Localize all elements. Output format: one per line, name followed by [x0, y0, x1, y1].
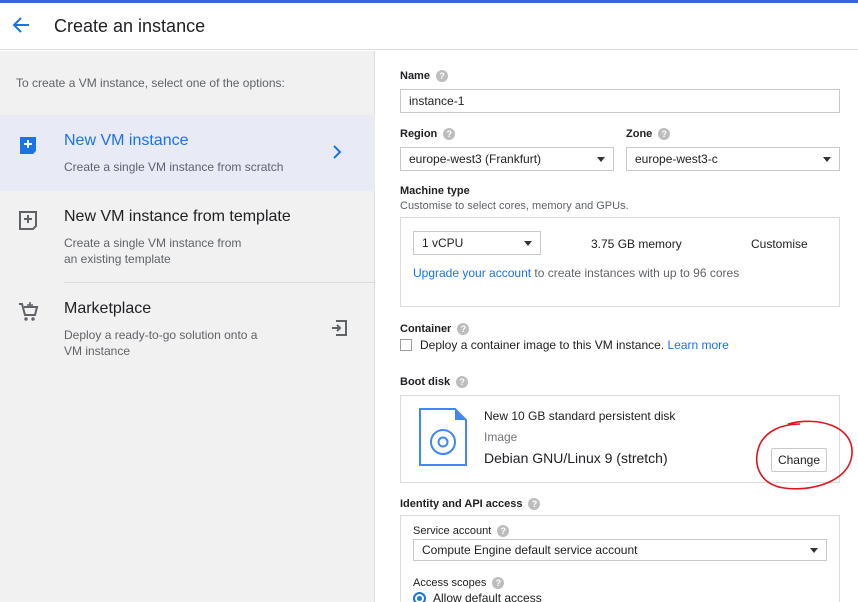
- option-title: Marketplace: [64, 300, 152, 317]
- template-icon: [17, 209, 39, 231]
- service-account-select[interactable]: Compute Engine default service account: [413, 539, 827, 561]
- customise-link[interactable]: Customise: [751, 237, 808, 251]
- option-desc: Create a single VM instance from an exis…: [64, 236, 242, 266]
- help-icon[interactable]: ?: [457, 323, 470, 335]
- allow-default-label: Allow default access: [433, 591, 542, 602]
- region-select[interactable]: europe-west3 (Frankfurt): [400, 147, 614, 171]
- zone-select[interactable]: europe-west3-c: [626, 147, 840, 171]
- option-desc: Create a single VM instance from scratch: [64, 160, 284, 174]
- option-title: New VM instance from template: [64, 208, 291, 225]
- name-label: Name ?: [400, 70, 448, 82]
- help-icon[interactable]: ?: [443, 128, 456, 140]
- dropdown-arrow-icon: [597, 157, 605, 162]
- zone-label: Zone ?: [626, 128, 671, 140]
- top-bar: Create an instance: [0, 0, 858, 50]
- machine-type-card: 1 vCPU 3.75 GB memory Customise Upgrade …: [400, 217, 840, 307]
- intro-text: To create a VM instance, select one of t…: [16, 76, 285, 90]
- machine-type-label: Machine type: [400, 185, 470, 197]
- cpu-select[interactable]: 1 vCPU: [413, 231, 541, 255]
- dropdown-arrow-icon: [823, 157, 831, 162]
- boot-disk-label: Boot disk ?: [400, 376, 469, 388]
- exit-to-app-icon[interactable]: [330, 319, 348, 342]
- image-label: Image: [484, 430, 518, 444]
- left-panel: To create a VM instance, select one of t…: [0, 51, 375, 602]
- option-title: New VM instance: [64, 132, 189, 149]
- upgrade-text: Upgrade your account to create instances…: [413, 266, 740, 280]
- cart-icon: [17, 301, 39, 323]
- service-account-label: Service account ?: [413, 525, 510, 537]
- container-label: Container ?: [400, 323, 470, 335]
- container-checkbox-label: Deploy a container image to this VM inst…: [420, 338, 729, 352]
- page-title: Create an instance: [54, 16, 206, 36]
- annotation-circle: [756, 420, 853, 490]
- machine-type-sub: Customise to select cores, memory and GP…: [400, 200, 629, 212]
- option-marketplace[interactable]: Marketplace Deploy a ready-to-go solutio…: [0, 283, 375, 373]
- identity-label: Identity and API access ?: [400, 498, 541, 510]
- add-box-icon: [17, 134, 39, 156]
- memory-text: 3.75 GB memory: [591, 237, 682, 251]
- boot-disk-description: New 10 GB standard persistent disk: [484, 409, 676, 423]
- dropdown-arrow-icon: [524, 241, 532, 246]
- learn-more-link[interactable]: Learn more: [667, 338, 728, 352]
- allow-default-radio[interactable]: [413, 592, 426, 602]
- instance-form: Name ? instance-1 Region ? europe-west3 …: [376, 51, 858, 602]
- help-icon[interactable]: ?: [528, 498, 541, 510]
- access-scopes-label: Access scopes ?: [413, 577, 505, 589]
- help-icon[interactable]: ?: [492, 577, 505, 589]
- help-icon[interactable]: ?: [497, 525, 510, 537]
- help-icon[interactable]: ?: [435, 70, 448, 82]
- dropdown-arrow-icon: [810, 548, 818, 553]
- option-from-template[interactable]: New VM instance from template Create a s…: [0, 191, 375, 283]
- chevron-right-icon: [330, 143, 344, 166]
- option-new-vm[interactable]: New VM instance Create a single VM insta…: [0, 115, 375, 191]
- help-icon[interactable]: ?: [456, 376, 469, 388]
- container-checkbox[interactable]: [400, 339, 412, 351]
- back-arrow-icon[interactable]: [8, 12, 34, 38]
- option-desc: Deploy a ready-to-go solution onto a VM …: [64, 328, 258, 358]
- disk-image-icon: [419, 408, 467, 471]
- name-input[interactable]: instance-1: [400, 89, 840, 113]
- upgrade-account-link[interactable]: Upgrade your account: [413, 266, 531, 280]
- identity-card: Service account ? Compute Engine default…: [400, 515, 840, 602]
- boot-image-value: Debian GNU/Linux 9 (stretch): [484, 450, 668, 466]
- region-label: Region ?: [400, 128, 456, 140]
- help-icon[interactable]: ?: [658, 128, 671, 140]
